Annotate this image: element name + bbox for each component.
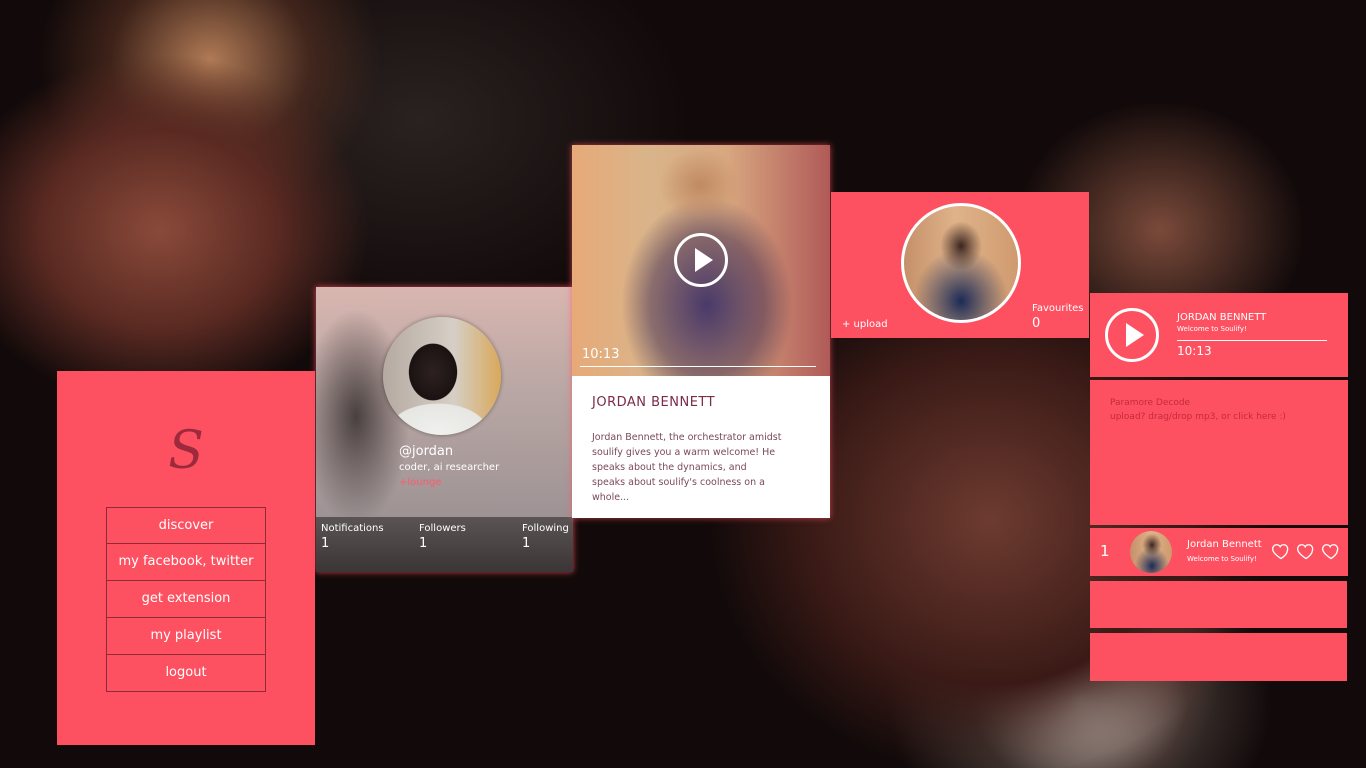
menu-item-logout[interactable]: logout: [106, 655, 266, 692]
upload-button[interactable]: + upload: [842, 319, 888, 330]
stat-value: 1: [522, 536, 531, 551]
track-number: 1: [1100, 542, 1110, 560]
track-subtitle: Welcome to Soulify!: [1187, 555, 1257, 563]
profile-stats: Notifications 1 Followers 1 Following 1: [316, 517, 573, 572]
video-progress-line[interactable]: [580, 366, 816, 367]
profile-avatar[interactable]: [383, 317, 501, 435]
heart-icon[interactable]: [1321, 541, 1341, 561]
soulify-logo: S: [168, 421, 204, 481]
heart-icon[interactable]: [1271, 541, 1291, 561]
stat-following[interactable]: Following 1: [522, 523, 569, 551]
menu-list: discover my facebook, twitter get extens…: [106, 507, 266, 692]
favourites-count: 0: [1032, 316, 1041, 331]
upload-card: + upload Favourites 0: [831, 192, 1089, 338]
stat-followers[interactable]: Followers 1: [419, 523, 466, 551]
menu-item-discover[interactable]: discover: [106, 507, 266, 544]
empty-track-slot: [1090, 633, 1347, 681]
dropzone-hint[interactable]: upload? drag/drop mp3, or click here :): [1110, 412, 1286, 422]
track-artist: Jordan Bennett: [1187, 539, 1262, 550]
stat-notifications[interactable]: Notifications 1: [321, 523, 384, 551]
video-description: Jordan Bennett, the orchestrator amidst …: [592, 432, 782, 503]
user-avatar[interactable]: [901, 203, 1021, 323]
player-card: JORDAN BENNETT Welcome to Soulify! 10:13: [1090, 293, 1348, 377]
lounge-link[interactable]: +lounge: [399, 477, 441, 488]
stat-label: Notifications: [321, 523, 384, 534]
player-subtitle: Welcome to Soulify!: [1177, 325, 1247, 333]
menu-item-playlist[interactable]: my playlist: [106, 618, 266, 655]
stat-value: 1: [419, 536, 428, 551]
play-icon[interactable]: [674, 233, 728, 287]
play-icon[interactable]: [1105, 308, 1159, 362]
dropzone-title: Paramore Decode: [1110, 398, 1191, 408]
upload-dropzone[interactable]: Paramore Decode upload? drag/drop mp3, o…: [1090, 380, 1348, 525]
profile-handle: @jordan: [399, 444, 454, 459]
video-card: 10:13 JORDAN BENNETT Jordan Bennett, the…: [572, 145, 830, 518]
video-time: 10:13: [582, 347, 620, 362]
profile-bio: coder, ai researcher: [399, 462, 500, 473]
video-thumbnail[interactable]: 10:13: [572, 145, 830, 376]
player-progress-line[interactable]: [1177, 340, 1327, 341]
menu-item-social[interactable]: my facebook, twitter: [106, 544, 266, 581]
player-artist: JORDAN BENNETT: [1177, 312, 1267, 323]
menu-card: S discover my facebook, twitter get exte…: [57, 371, 315, 745]
empty-track-slot: [1090, 581, 1347, 628]
favourites-label: Favourites: [1032, 303, 1084, 314]
heart-icon[interactable]: [1296, 541, 1316, 561]
stat-value: 1: [321, 536, 330, 551]
track-row[interactable]: 1 Jordan Bennett Welcome to Soulify!: [1090, 528, 1348, 576]
video-title: JORDAN BENNETT: [592, 395, 716, 410]
profile-card: @jordan coder, ai researcher +lounge Not…: [316, 287, 573, 572]
player-time: 10:13: [1177, 344, 1212, 358]
stat-label: Followers: [419, 523, 466, 534]
rating-hearts: [1271, 541, 1341, 565]
stat-label: Following: [522, 523, 569, 534]
track-avatar: [1130, 531, 1172, 573]
menu-item-extension[interactable]: get extension: [106, 581, 266, 618]
